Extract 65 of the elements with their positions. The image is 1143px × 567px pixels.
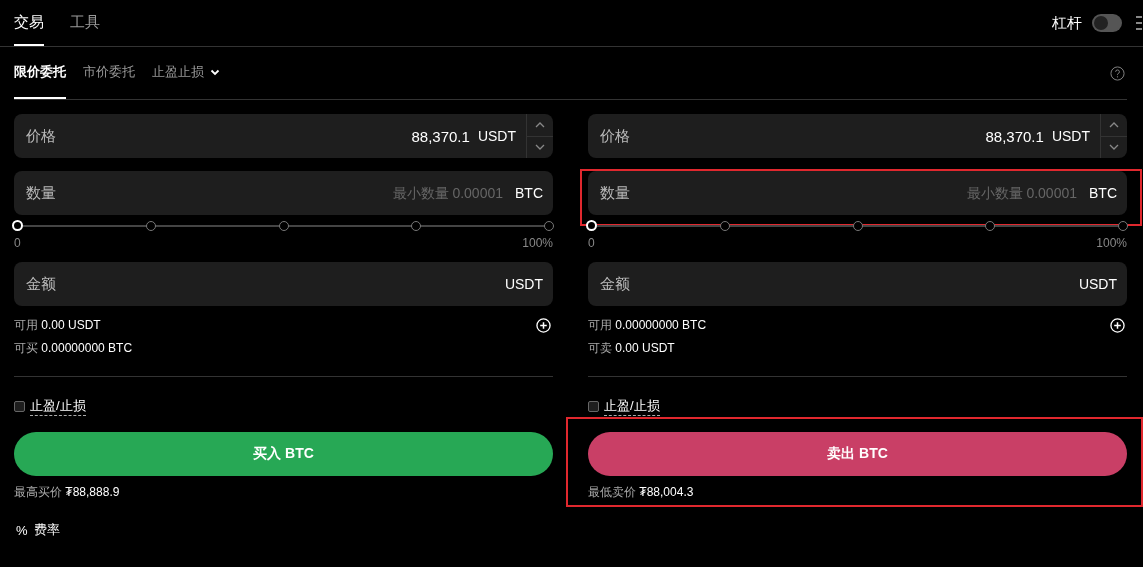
slider-step[interactable] — [852, 221, 863, 231]
slider-min-label: 0 — [14, 236, 21, 250]
more-icon[interactable] — [1136, 15, 1142, 31]
field-label: 价格 — [26, 126, 57, 146]
unit-label: USDT — [477, 128, 516, 144]
quantity-input[interactable]: 最小数量 0.00001 — [321, 184, 505, 202]
tpsl-checkbox[interactable] — [14, 401, 25, 412]
price-field[interactable]: 价格 88,370.1 USDT — [14, 114, 553, 158]
unit-label: USDT — [1051, 128, 1090, 144]
slider-max-label: 100% — [522, 236, 553, 250]
quantity-field[interactable]: 数量 最小数量 0.00001 BTC — [588, 171, 1127, 215]
percent-icon: % — [16, 522, 28, 538]
slider-min-label: 0 — [588, 236, 595, 250]
slider-step[interactable] — [1118, 221, 1128, 231]
slider-thumb[interactable] — [586, 220, 597, 231]
best-price: 最高买价 ₮88,888.9 — [14, 484, 121, 501]
sell-button[interactable]: 卖出 BTC — [588, 432, 1127, 476]
fee-rate-link[interactable]: 费率 — [33, 521, 60, 539]
max-tradable: 可卖 0.00 USDT — [588, 340, 676, 357]
tpsl-label[interactable]: 止盈/止损 — [604, 397, 660, 416]
field-label: 金额 — [600, 274, 631, 294]
leverage-toggle[interactable] — [1092, 14, 1122, 32]
slider-step[interactable] — [411, 221, 422, 231]
field-label: 价格 — [600, 126, 631, 146]
quantity-field[interactable]: 数量 最小数量 0.00001 BTC — [14, 171, 553, 215]
slider-max-label: 100% — [1096, 236, 1127, 250]
max-tradable: 可买 0.00000000 BTC — [14, 340, 134, 357]
amount-field[interactable]: 金额 USDT — [588, 262, 1127, 306]
available-balance: 可用 0.00000000 BTC — [588, 317, 707, 334]
help-icon[interactable] — [1110, 65, 1125, 81]
top-tab[interactable]: 交易 — [14, 0, 44, 46]
top-tab[interactable]: 工具 — [70, 0, 100, 46]
slider-step[interactable] — [145, 221, 156, 231]
order-type-tab[interactable]: 限价委托 — [14, 47, 66, 99]
unit-label: USDT — [1078, 276, 1117, 292]
slider-step[interactable] — [278, 221, 289, 231]
slider-step[interactable] — [544, 221, 554, 231]
tpsl-checkbox[interactable] — [588, 401, 599, 412]
quantity-input[interactable]: 最小数量 0.00001 — [895, 184, 1079, 202]
unit-label: BTC — [1089, 185, 1117, 201]
unit-label: USDT — [504, 276, 543, 292]
price-field[interactable]: 价格 88,370.1 USDT — [588, 114, 1127, 158]
chevron-down-icon — [1108, 143, 1120, 152]
leverage-label: 杠杆 — [1052, 13, 1082, 33]
chevron-up-icon — [1108, 120, 1120, 129]
field-label: 数量 — [26, 183, 57, 203]
order-type-tab[interactable]: 市价委托 — [83, 47, 135, 99]
best-price: 最低卖价 ₮88,004.3 — [588, 484, 695, 501]
price-value: 88,370.1 — [985, 127, 1044, 145]
slider-step[interactable] — [985, 221, 996, 231]
order-type-tab[interactable]: 止盈止损 — [152, 47, 220, 99]
price-value: 88,370.1 — [411, 127, 470, 145]
add-icon[interactable] — [536, 318, 551, 333]
slider-thumb[interactable] — [12, 220, 23, 231]
chevron-down-icon — [210, 68, 220, 76]
amount-field[interactable]: 金额 USDT — [14, 262, 553, 306]
slider-step[interactable] — [719, 221, 730, 231]
field-label: 数量 — [600, 183, 631, 203]
available-balance: 可用 0.00 USDT — [14, 317, 101, 334]
tpsl-label[interactable]: 止盈/止损 — [30, 397, 86, 416]
unit-label: BTC — [515, 185, 543, 201]
chevron-down-icon — [534, 143, 546, 152]
field-label: 金额 — [26, 274, 57, 294]
chevron-up-icon — [534, 120, 546, 129]
add-icon[interactable] — [1110, 318, 1125, 333]
